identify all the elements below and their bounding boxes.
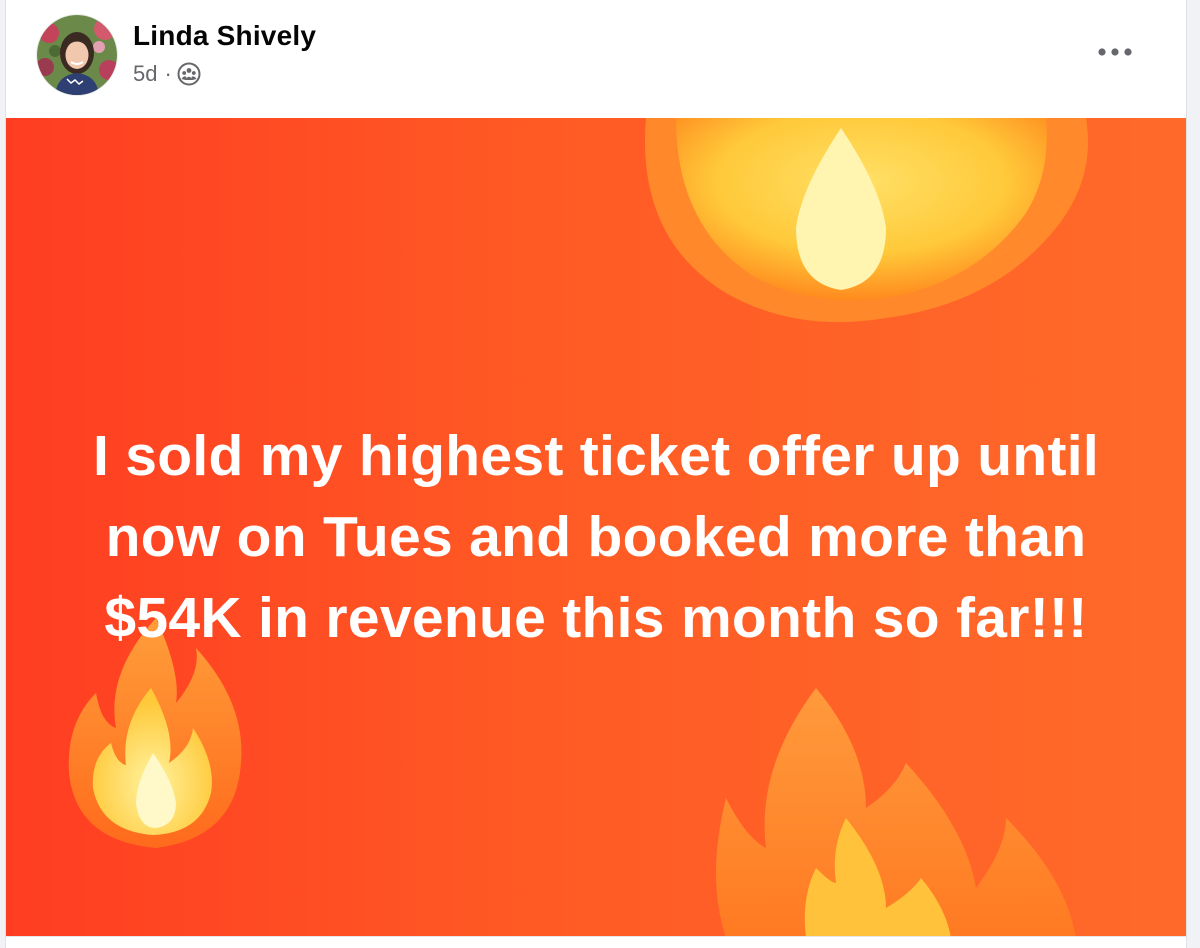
post-text-line: $54K in revenue this month so far!!! — [104, 586, 1088, 650]
post-header: Linda Shively 5d · — [6, 0, 1186, 118]
fire-emoji-icon — [716, 688, 1076, 936]
more-options-button[interactable] — [1091, 28, 1139, 76]
post-image[interactable]: I sold my highest ticket offer up until … — [6, 118, 1186, 936]
post-meta: 5d · — [133, 60, 201, 88]
meta-separator: · — [164, 61, 172, 86]
more-options-icon — [1098, 48, 1132, 56]
post-footer-divider — [6, 936, 1186, 948]
post-card: Linda Shively 5d · I sold my highest tic… — [5, 0, 1187, 948]
post-text-line: now on Tues and booked more than — [105, 505, 1087, 569]
fire-emoji-icon — [645, 118, 1088, 323]
friends-icon[interactable] — [177, 62, 201, 86]
post-text-line: I sold my highest ticket offer up until — [92, 424, 1100, 488]
author-name[interactable]: Linda Shively — [133, 20, 316, 52]
author-avatar[interactable] — [37, 15, 117, 95]
post-timestamp[interactable]: 5d — [133, 61, 157, 87]
post-image-text: I sold my highest ticket offer up until … — [46, 416, 1146, 659]
